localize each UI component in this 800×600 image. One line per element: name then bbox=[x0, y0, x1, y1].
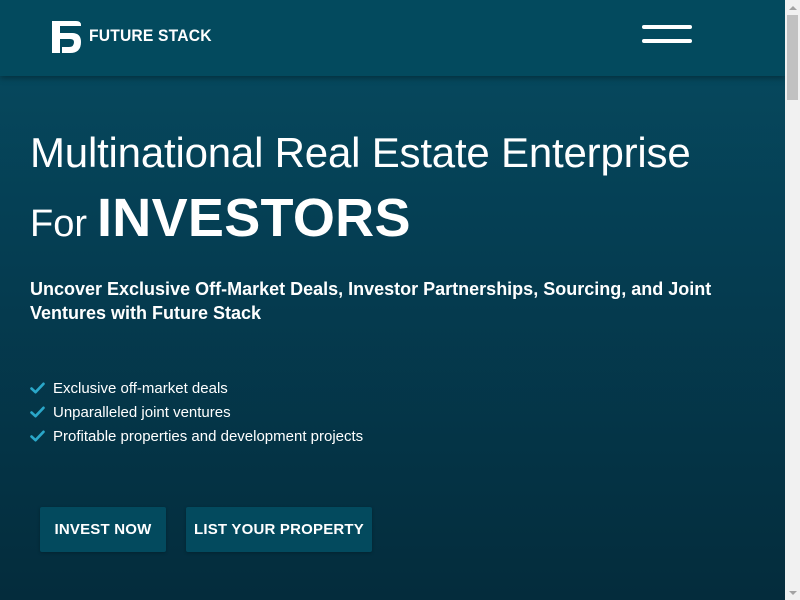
menu-bar-bottom bbox=[642, 39, 692, 43]
list-item: Exclusive off-market deals bbox=[30, 376, 363, 400]
site-header: FUTURE STACK bbox=[0, 0, 785, 76]
list-item: Profitable properties and development pr… bbox=[30, 424, 363, 448]
scroll-down-arrow-icon[interactable] bbox=[785, 585, 800, 600]
hero-title-line2: For INVESTORS bbox=[30, 187, 411, 249]
hero-subtitle: Uncover Exclusive Off-Market Deals, Inve… bbox=[30, 279, 712, 323]
feature-list: Exclusive off-market deals Unparalleled … bbox=[30, 376, 363, 448]
feature-label: Profitable properties and development pr… bbox=[53, 427, 364, 445]
fs-monogram-icon bbox=[52, 21, 81, 53]
hero-title: Multinational Real Estate Enterprise bbox=[30, 129, 691, 176]
check-icon bbox=[30, 430, 45, 442]
list-your-property-button[interactable]: LIST YOUR PROPERTY bbox=[186, 507, 372, 552]
feature-label: Unparalleled joint ventures bbox=[53, 403, 231, 421]
check-icon bbox=[30, 406, 45, 418]
check-icon bbox=[30, 382, 45, 394]
menu-bar-top bbox=[642, 25, 692, 29]
vertical-scrollbar[interactable] bbox=[785, 0, 800, 600]
list-item: Unparalleled joint ventures bbox=[30, 400, 363, 424]
page: FUTURE STACK Multinational Real Estate E… bbox=[0, 0, 800, 600]
hero-title-for: For bbox=[30, 203, 87, 245]
feature-label: Exclusive off-market deals bbox=[53, 379, 228, 397]
hamburger-menu-icon[interactable] bbox=[642, 25, 692, 47]
brand-logo[interactable]: FUTURE STACK bbox=[48, 17, 222, 55]
invest-now-button[interactable]: INVEST NOW bbox=[40, 507, 166, 552]
brand-name: FUTURE STACK bbox=[89, 26, 212, 45]
hero-title-investors: INVESTORS bbox=[97, 188, 411, 248]
scrollbar-thumb[interactable] bbox=[787, 15, 798, 100]
scroll-up-arrow-icon[interactable] bbox=[785, 0, 800, 15]
